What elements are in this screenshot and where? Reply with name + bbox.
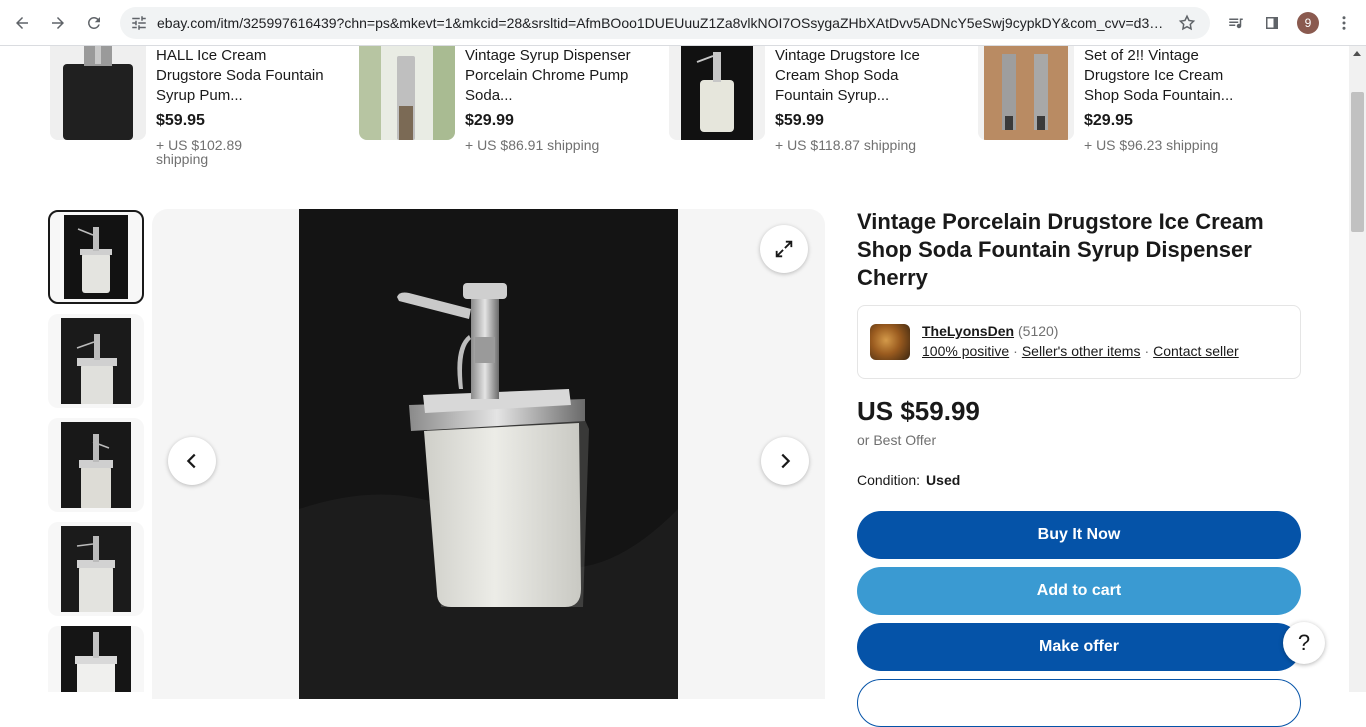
gallery-thumbnail[interactable] (48, 522, 144, 616)
seller-feedback-count: (5120) (1018, 323, 1059, 339)
thumbnail-image (64, 215, 128, 299)
gallery-thumbnail[interactable] (48, 314, 144, 408)
similar-item-card[interactable]: Vintage Drugstore Ice Cream Shop Soda Fo… (669, 46, 959, 176)
profile-avatar[interactable]: 9 (1297, 12, 1319, 34)
similar-item-shipping: + US $86.91 shipping (465, 137, 600, 153)
thumbnail-image (61, 526, 131, 612)
url-text[interactable]: ebay.com/itm/325997616439?chn=ps&mkevt=1… (157, 15, 1167, 31)
seller-other-items-link[interactable]: Seller's other items (1022, 343, 1141, 359)
expand-icon (775, 240, 793, 258)
seller-name-link[interactable]: TheLyonsDen (922, 323, 1014, 339)
seller-links: 100% positive · Seller's other items · Conta… (922, 343, 1239, 359)
similar-item-image[interactable] (978, 46, 1074, 140)
condition-label: Condition: (857, 472, 921, 488)
gallery-thumbnail[interactable] (48, 418, 144, 512)
similar-item-price: $29.99 (465, 112, 514, 129)
similar-item-shipping: + US $118.87 shipping (775, 137, 917, 153)
similar-item-title[interactable]: HALL Ice Cream Drugstore Soda Fountain S… (156, 46, 326, 106)
similar-item-price: $59.99 (775, 112, 824, 129)
similar-item-card[interactable]: Vintage Syrup Dispenser Porcelain Chrome… (359, 46, 649, 176)
add-to-watchlist-button[interactable] (857, 679, 1301, 727)
star-icon[interactable] (1178, 14, 1196, 32)
previous-image-button[interactable] (168, 437, 216, 485)
more-vert-icon[interactable] (1330, 9, 1358, 37)
back-icon[interactable] (8, 9, 36, 37)
scroll-up-arrow-icon[interactable] (1353, 51, 1361, 56)
similar-item-shipping: + US $96.23 shipping (1084, 137, 1219, 153)
browser-toolbar: ebay.com/itm/325997616439?chn=ps&mkevt=1… (0, 0, 1366, 46)
make-offer-button[interactable]: Make offer (857, 623, 1301, 671)
similar-item-title[interactable]: Vintage Syrup Dispenser Porcelain Chrome… (465, 46, 635, 106)
similar-item-price: $59.95 (156, 112, 205, 129)
best-offer-text: or Best Offer (857, 432, 937, 448)
similar-item-image[interactable] (50, 46, 146, 140)
fullscreen-button[interactable] (760, 225, 808, 273)
main-image-gallery[interactable] (152, 209, 825, 699)
side-panel-icon[interactable] (1258, 9, 1286, 37)
thumbnail-image (61, 318, 131, 404)
separator-dot: · (1144, 343, 1150, 359)
chevron-right-icon (781, 453, 791, 469)
reload-icon[interactable] (80, 9, 108, 37)
similar-item-shipping: + US $102.89 shipping (156, 137, 243, 167)
thumbnail-image (61, 422, 131, 508)
similar-item-card[interactable]: HALL Ice Cream Drugstore Soda Fountain S… (50, 46, 340, 176)
condition-row: Condition: Used (857, 472, 960, 488)
condition-value: Used (926, 472, 961, 488)
similar-item-image[interactable] (359, 46, 455, 140)
similar-item-title[interactable]: Set of 2!! Vintage Drugstore Ice Cream S… (1084, 46, 1254, 106)
gallery-thumbnail[interactable] (48, 626, 144, 692)
similar-item-title[interactable]: Vintage Drugstore Ice Cream Shop Soda Fo… (775, 46, 945, 106)
forward-icon[interactable] (44, 9, 72, 37)
next-image-button[interactable] (761, 437, 809, 485)
contact-seller-link[interactable]: Contact seller (1153, 343, 1239, 359)
seller-avatar[interactable] (870, 324, 910, 360)
chevron-left-icon (186, 453, 196, 469)
main-product-image[interactable] (299, 209, 678, 699)
gallery-thumbnail[interactable] (48, 210, 144, 304)
buy-it-now-button[interactable]: Buy It Now (857, 511, 1301, 559)
help-button[interactable]: ? (1283, 622, 1325, 664)
thumbnail-image (61, 626, 131, 692)
separator-dot: · (1013, 343, 1018, 359)
positive-feedback-link[interactable]: 100% positive (922, 343, 1009, 359)
item-price: US $59.99 (857, 396, 980, 426)
media-control-icon[interactable] (1222, 9, 1250, 37)
address-bar[interactable]: ebay.com/itm/325997616439?chn=ps&mkevt=1… (120, 7, 1210, 39)
similar-item-image[interactable] (669, 46, 765, 140)
tune-icon[interactable] (130, 14, 148, 32)
seller-card: TheLyonsDen (5120) 100% positive · Seller'… (857, 305, 1301, 379)
add-to-cart-button[interactable]: Add to cart (857, 567, 1301, 615)
item-title: Vintage Porcelain Drugstore Ice Cream Sh… (857, 209, 1264, 290)
similar-item-price: $29.95 (1084, 112, 1133, 129)
scrollbar-thumb[interactable] (1351, 92, 1364, 232)
page-scrollbar[interactable] (1349, 46, 1366, 692)
similar-item-card[interactable]: Set of 2!! Vintage Drugstore Ice Cream S… (978, 46, 1268, 176)
